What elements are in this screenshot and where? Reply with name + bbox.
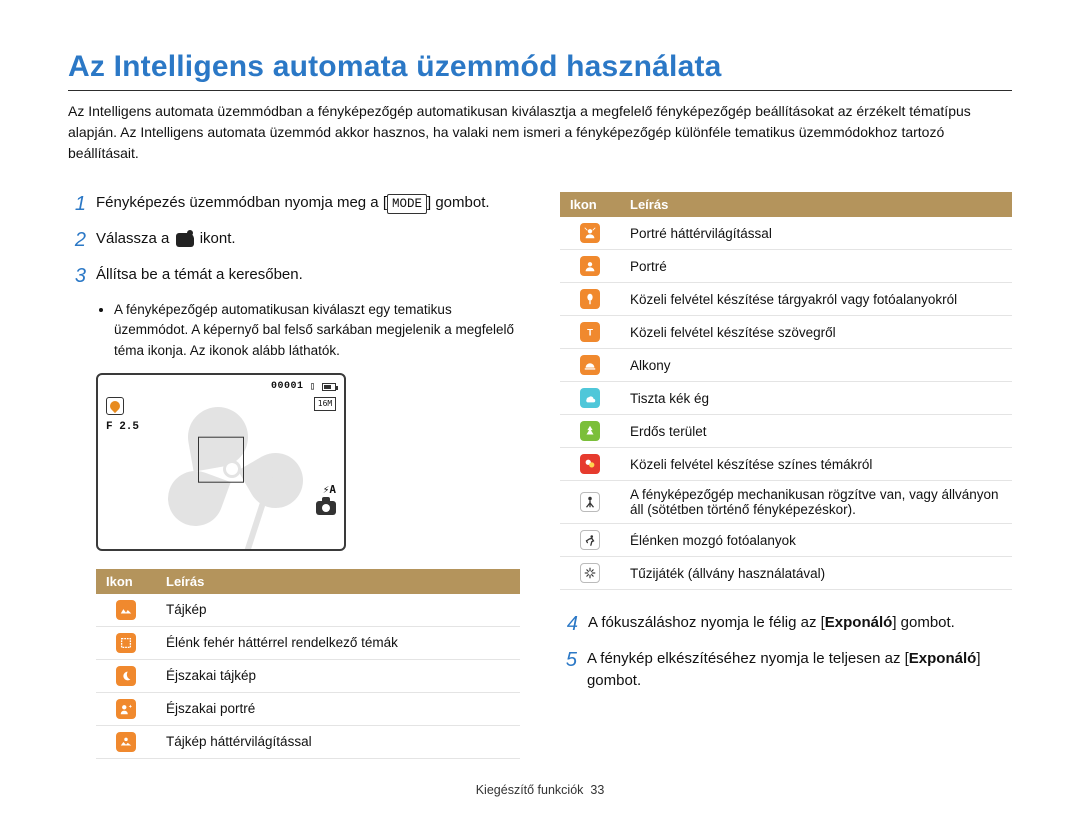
table-row: Éjszakai tájkép (96, 659, 520, 692)
scene-desc: Tiszta kék ég (620, 382, 1012, 415)
table-row: Éjszakai portré (96, 692, 520, 725)
step-2-text: Válassza a ikont. (96, 228, 236, 252)
icon-table-left: Ikon Leírás TájképÉlénk fehér háttérrel … (96, 569, 520, 759)
table-row: Közeli felvétel készítése színes témákró… (560, 448, 1012, 481)
flash-auto-label: ⚡A (323, 483, 336, 496)
table-row: Élénken mozgó fotóalanyok (560, 524, 1012, 557)
scene-icon-text: T (560, 316, 620, 349)
scene-icon-tripod (560, 481, 620, 524)
title-rule (68, 90, 1012, 91)
scene-icon-night-land (96, 659, 156, 692)
aperture-value: F 2.5 (106, 421, 139, 433)
scene-desc: Erdős terület (620, 415, 1012, 448)
mode-button-label: MODE (387, 194, 427, 214)
preview-scene-icon (106, 397, 124, 415)
table-row: Alkony (560, 349, 1012, 382)
scene-desc: Éjszakai tájkép (156, 659, 520, 692)
table-row: Portré (560, 250, 1012, 283)
step-number-4: 4 (560, 612, 578, 636)
scene-icon-color-macro (560, 448, 620, 481)
scene-icon-action (560, 524, 620, 557)
step-3-text: Állítsa be a témát a keresőben. (96, 264, 303, 288)
th-leiras: Leírás (156, 569, 520, 594)
viewfinder-preview: 00001 ▯ F 2.5 16M ⚡A (96, 373, 346, 551)
table-row: Tájkép háttérvilágítással (96, 725, 520, 758)
table-row: A fényképezőgép mechanikusan rögzítve va… (560, 481, 1012, 524)
step-3-sub: A fényképezőgép automatikusan kiválaszt … (114, 300, 520, 361)
step-4-text: A fókuszáláshoz nyomja le félig az [Expo… (588, 612, 955, 636)
scene-desc: Élénk fehér háttérrel rendelkező témák (156, 626, 520, 659)
scene-desc: A fényképezőgép mechanikusan rögzítve va… (620, 481, 1012, 524)
scene-icon-white-bg (96, 626, 156, 659)
scene-desc: Tájkép háttérvilágítással (156, 725, 520, 758)
table-row: Erdős terület (560, 415, 1012, 448)
scene-desc: Közeli felvétel készítése színes témákró… (620, 448, 1012, 481)
table-row: T Közeli felvétel készítése szövegről (560, 316, 1012, 349)
table-row: Élénk fehér háttérrel rendelkező témák (96, 626, 520, 659)
table-row: Portré háttérvilágítással (560, 217, 1012, 250)
scene-desc: Élénken mozgó fotóalanyok (620, 524, 1012, 557)
camera-icon (316, 501, 336, 515)
scene-desc: Alkony (620, 349, 1012, 382)
table-row: Tiszta kék ég (560, 382, 1012, 415)
smart-mode-icon (176, 233, 194, 247)
scene-icon-port-back (560, 217, 620, 250)
scene-desc: Közeli felvétel készítése szövegről (620, 316, 1012, 349)
scene-desc: Tájkép (156, 594, 520, 627)
page-footer: Kiegészítő funkciók 33 (68, 783, 1012, 797)
th-leiras: Leírás (620, 192, 1012, 217)
scene-desc: Éjszakai portré (156, 692, 520, 725)
preview-counter: 00001 (271, 381, 304, 392)
step-1-text: Fényképezés üzemmódban nyomja meg a [MOD… (96, 192, 490, 216)
step-number-2: 2 (68, 228, 86, 252)
focus-frame (198, 436, 244, 482)
scene-icon-land-back (96, 725, 156, 758)
intro-text: Az Intelligens automata üzemmódban a fén… (68, 101, 1012, 164)
table-row: Közeli felvétel készítése tárgyakról vag… (560, 283, 1012, 316)
scene-desc: Tűzijáték (állvány használatával) (620, 557, 1012, 590)
table-row: Tűzijáték (állvány használatával) (560, 557, 1012, 590)
svg-text:T: T (587, 328, 593, 339)
step-number-3: 3 (68, 264, 86, 288)
scene-icon-night-port (96, 692, 156, 725)
scene-icon-sunset (560, 349, 620, 382)
scene-desc: Portré háttérvilágítással (620, 217, 1012, 250)
step-number-5: 5 (560, 648, 577, 692)
table-row: Tájkép (96, 594, 520, 627)
scene-icon-portrait (560, 250, 620, 283)
th-ikon: Ikon (96, 569, 156, 594)
step-5-text: A fénykép elkészítéséhez nyomja le telje… (587, 648, 1012, 692)
icon-table-right: Ikon Leírás Portré háttérvilágítássalPor… (560, 192, 1012, 590)
image-size: 16M (314, 397, 336, 411)
scene-icon-landscape (96, 594, 156, 627)
scene-desc: Portré (620, 250, 1012, 283)
scene-icon-macro (560, 283, 620, 316)
th-ikon: Ikon (560, 192, 620, 217)
scene-icon-forest (560, 415, 620, 448)
step-number-1: 1 (68, 192, 86, 216)
scene-icon-sky (560, 382, 620, 415)
page-title: Az Intelligens automata üzemmód használa… (68, 50, 1012, 84)
scene-icon-firework (560, 557, 620, 590)
scene-desc: Közeli felvétel készítése tárgyakról vag… (620, 283, 1012, 316)
